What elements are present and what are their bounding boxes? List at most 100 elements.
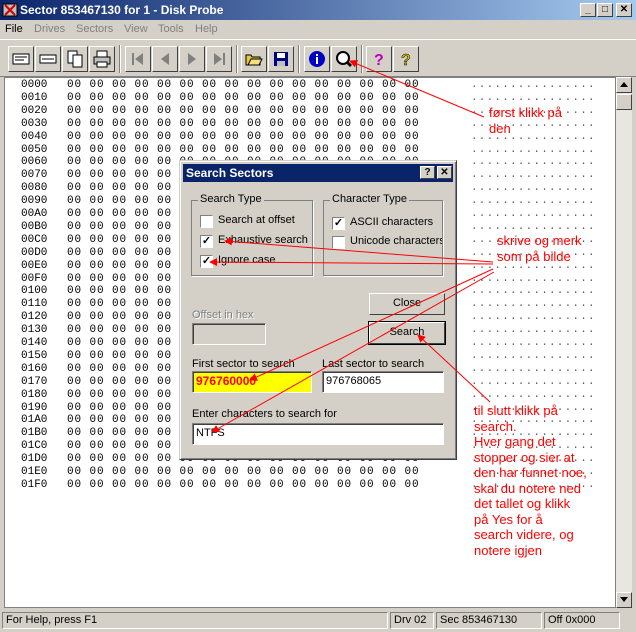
hex-row-offset: 00D0 — [21, 246, 48, 259]
hex-row-offset: 0020 — [21, 104, 48, 117]
hex-row-bytes: 00 00 00 00 00 00 00 00 00 00 00 00 00 0… — [67, 130, 420, 143]
menu-sectors[interactable]: Sectors — [76, 23, 113, 35]
exhaustive-search-checkbox[interactable]: ✓ — [200, 235, 213, 248]
offset-in-hex-field[interactable] — [192, 323, 266, 345]
read-icon — [12, 53, 30, 65]
save-icon — [274, 52, 288, 66]
status-sector: Sec 853467130 — [436, 612, 542, 629]
print-button[interactable] — [89, 46, 115, 72]
vertical-scrollbar[interactable] — [616, 77, 632, 608]
unicode-characters-label: Unicode characters — [350, 235, 442, 247]
save-button[interactable] — [268, 46, 294, 72]
menu-file[interactable]: File — [5, 23, 23, 35]
character-type-group: Character Type ✓ ASCII characters Unicod… — [323, 193, 443, 276]
toolbar-separator — [361, 45, 363, 73]
search-type-label: Search Type — [198, 193, 264, 205]
ignore-case-checkbox[interactable]: ✓ — [200, 255, 213, 268]
hex-row-bytes: 00 00 00 00 00 00 00 00 00 00 00 00 00 0… — [67, 143, 420, 156]
toolbar-separator — [236, 45, 238, 73]
hex-row-bytes: 00 00 00 00 00 00 00 00 00 00 00 00 00 0… — [67, 104, 420, 117]
help-button[interactable]: ? — [366, 46, 392, 72]
ascii-characters-label: ASCII characters — [350, 216, 434, 228]
hex-row-ascii: ................ — [471, 349, 596, 362]
hex-row-ascii: ................ — [471, 220, 596, 233]
help-icon: ? — [374, 52, 384, 68]
window-title: Sector 853467130 for 1 - Disk Probe — [20, 3, 224, 17]
context-help-icon: ? — [401, 52, 411, 68]
hex-row-ascii: ................ — [471, 208, 596, 220]
dialog-help-button[interactable]: ? — [420, 166, 435, 179]
read-button[interactable] — [8, 46, 34, 72]
toolbar: ? ? — [0, 41, 636, 77]
offset-in-hex-label: Offset in hex — [192, 309, 254, 321]
first-sector-label: First sector to search — [192, 358, 295, 370]
last-sector-button[interactable] — [206, 46, 232, 72]
hex-row-offset: 0180 — [21, 388, 48, 401]
hex-row-offset: 00E0 — [21, 259, 48, 272]
copy-icon — [67, 50, 83, 68]
info-button[interactable] — [304, 46, 330, 72]
search-at-offset-label: Search at offset — [218, 214, 295, 226]
open-button[interactable] — [241, 46, 267, 72]
write-button[interactable] — [35, 46, 61, 72]
search-icon — [336, 51, 353, 68]
hex-row-offset: 0080 — [21, 182, 48, 195]
menu-tools[interactable]: Tools — [158, 23, 184, 35]
hex-row-ascii: ................ — [471, 311, 596, 324]
annotation-step-three: til slutt klikk på search. Hver gang det… — [474, 403, 587, 558]
search-type-group: Search Type Search at offset ✓ Exhaustiv… — [191, 193, 313, 276]
status-offset: Off 0x000 — [544, 612, 620, 629]
dialog-titlebar: Search Sectors ? ✕ — [183, 164, 453, 182]
hex-row-ascii: ................ — [471, 272, 596, 285]
window-close-button[interactable]: ✕ — [616, 3, 632, 17]
scroll-down-button[interactable] — [616, 592, 632, 608]
hex-row-ascii: ................ — [471, 195, 596, 208]
hex-row-ascii: ................ — [471, 298, 596, 311]
hex-row-offset: 0110 — [21, 298, 48, 311]
unicode-characters-option[interactable]: Unicode characters — [332, 234, 442, 250]
scroll-thumb[interactable] — [616, 94, 632, 110]
previous-sector-icon — [161, 53, 169, 65]
svg-text:?: ? — [401, 52, 411, 68]
hex-row-offset: 01D0 — [21, 453, 48, 466]
last-sector-icon — [214, 53, 225, 65]
unicode-characters-checkbox[interactable] — [332, 236, 345, 249]
scroll-up-button[interactable] — [616, 77, 632, 93]
status-drive: Drv 02 — [390, 612, 434, 629]
menu-drives[interactable]: Drives — [34, 23, 65, 35]
hex-row-ascii: ................ — [471, 362, 596, 375]
search-characters-label: Enter characters to search for — [192, 408, 337, 420]
next-sector-icon — [188, 53, 196, 65]
copy-button[interactable] — [62, 46, 88, 72]
hex-row-offset: 0040 — [21, 130, 48, 143]
menu-help[interactable]: Help — [195, 23, 218, 35]
search-button[interactable]: Search — [368, 321, 446, 345]
previous-sector-button[interactable] — [152, 46, 178, 72]
next-sector-button[interactable] — [179, 46, 205, 72]
maximize-button[interactable]: □ — [597, 3, 613, 17]
toolbar-separator — [119, 45, 121, 73]
dialog-close-button[interactable]: ✕ — [437, 166, 452, 179]
last-sector-field[interactable]: 976768065 — [322, 371, 444, 393]
menu-view[interactable]: View — [124, 23, 148, 35]
hex-row-ascii: ................ — [471, 285, 596, 298]
hex-row-offset: 0010 — [21, 91, 48, 104]
first-sector-button[interactable] — [125, 46, 151, 72]
search-characters-field[interactable]: NTFS — [192, 423, 444, 445]
close-button[interactable]: Close — [369, 293, 445, 315]
exhaustive-search-label: Exhaustive search — [218, 234, 308, 246]
hex-row-ascii: ................ — [471, 337, 596, 349]
scroll-up-icon — [620, 82, 628, 87]
search-sectors-button[interactable] — [331, 46, 357, 72]
first-sector-field[interactable]: 976760000 — [192, 371, 312, 393]
toolbar-separator — [298, 45, 300, 73]
search-at-offset-checkbox[interactable] — [200, 215, 213, 228]
minimize-button[interactable]: _ — [580, 3, 596, 17]
hex-row-offset: 0190 — [21, 401, 48, 414]
ascii-characters-checkbox[interactable]: ✓ — [332, 217, 345, 230]
context-help-button[interactable]: ? — [393, 46, 419, 72]
info-icon — [309, 51, 325, 67]
scroll-down-icon — [620, 597, 628, 602]
hex-row-offset: 0090 — [21, 195, 48, 208]
search-sectors-dialog: Search Sectors ? ✕ Search Type Search at… — [179, 160, 457, 460]
